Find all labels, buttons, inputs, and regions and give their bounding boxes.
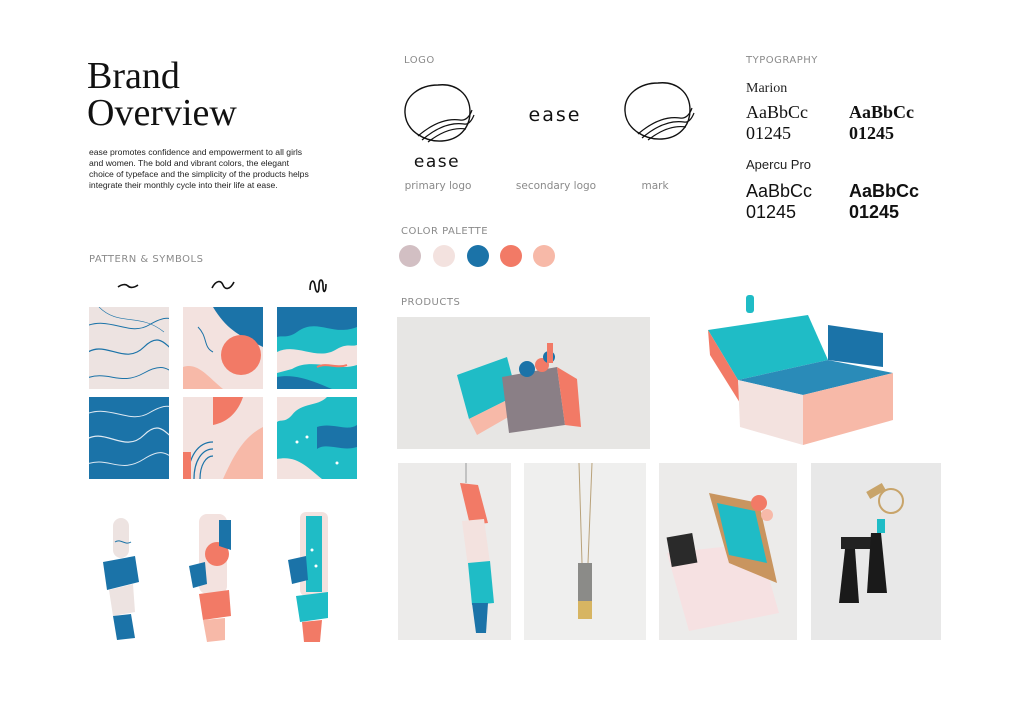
color-swatch-coral <box>500 245 522 267</box>
product-photo-tampon-boxes <box>397 317 650 449</box>
pattern-tile-teal-splash <box>277 397 357 479</box>
typography-section-label: TYPOGRAPHY <box>746 55 818 66</box>
pattern-tile-lines-light <box>89 307 169 389</box>
secondary-logo-caption: secondary logo <box>515 180 597 192</box>
secondary-logo: ease <box>528 104 582 126</box>
primary-logo-caption: primary logo <box>404 180 472 192</box>
page-title-line1: Brand <box>87 55 180 97</box>
svg-text:ease: ease <box>414 152 460 170</box>
page-title: Brand Overview <box>87 55 237 134</box>
page-title-line2: Overview <box>87 92 237 134</box>
primary-logo: ease <box>404 84 475 170</box>
pattern-tile-sun <box>183 307 263 389</box>
wrapped-tampon-illustration-3 <box>288 512 328 642</box>
product-photo-tassel-keychain <box>811 463 941 640</box>
product-photo-coin-purse <box>659 463 797 640</box>
font-name-marion: Marion <box>746 81 788 96</box>
color-swatch-peach <box>533 245 555 267</box>
color-swatch-blue <box>467 245 489 267</box>
color-swatch-blush <box>433 245 455 267</box>
logo-section-label: LOGO <box>404 55 435 66</box>
color-swatch-mauve <box>399 245 421 267</box>
apercu-regular-sample: AaBbCc 01245 <box>746 181 813 222</box>
apercu-bold-sample: AaBbCc 01245 <box>849 181 920 222</box>
logo-mark <box>624 82 695 141</box>
pattern-tile-coral-arcs <box>183 397 263 479</box>
product-photo-open-gift-box <box>668 295 928 455</box>
tilde-symbol <box>117 283 139 289</box>
squiggle-symbol <box>309 279 327 293</box>
font-name-apercu: Apercu Pro <box>746 157 812 172</box>
pattern-tile-lines-blue <box>89 397 169 479</box>
patterns-section-label: PATTERN & SYMBOLS <box>89 254 204 265</box>
pattern-tile-teal-waves <box>277 307 357 389</box>
marion-bold-sample: AaBbCc 01245 <box>849 102 915 143</box>
product-photo-hanging-tampon <box>398 463 511 640</box>
wrapped-tampon-illustration-2 <box>189 514 231 642</box>
logo-mark-caption: mark <box>641 180 669 192</box>
wrapped-tampon-illustration-1 <box>103 518 139 640</box>
wave-symbol <box>211 280 235 290</box>
brand-description: ease promotes confidence and empowerment… <box>89 147 309 190</box>
palette-section-label: COLOR PALETTE <box>401 226 489 237</box>
products-section-label: PRODUCTS <box>401 297 461 308</box>
product-photo-pendant-necklace <box>524 463 646 640</box>
marion-regular-sample: AaBbCc 01245 <box>746 102 808 143</box>
